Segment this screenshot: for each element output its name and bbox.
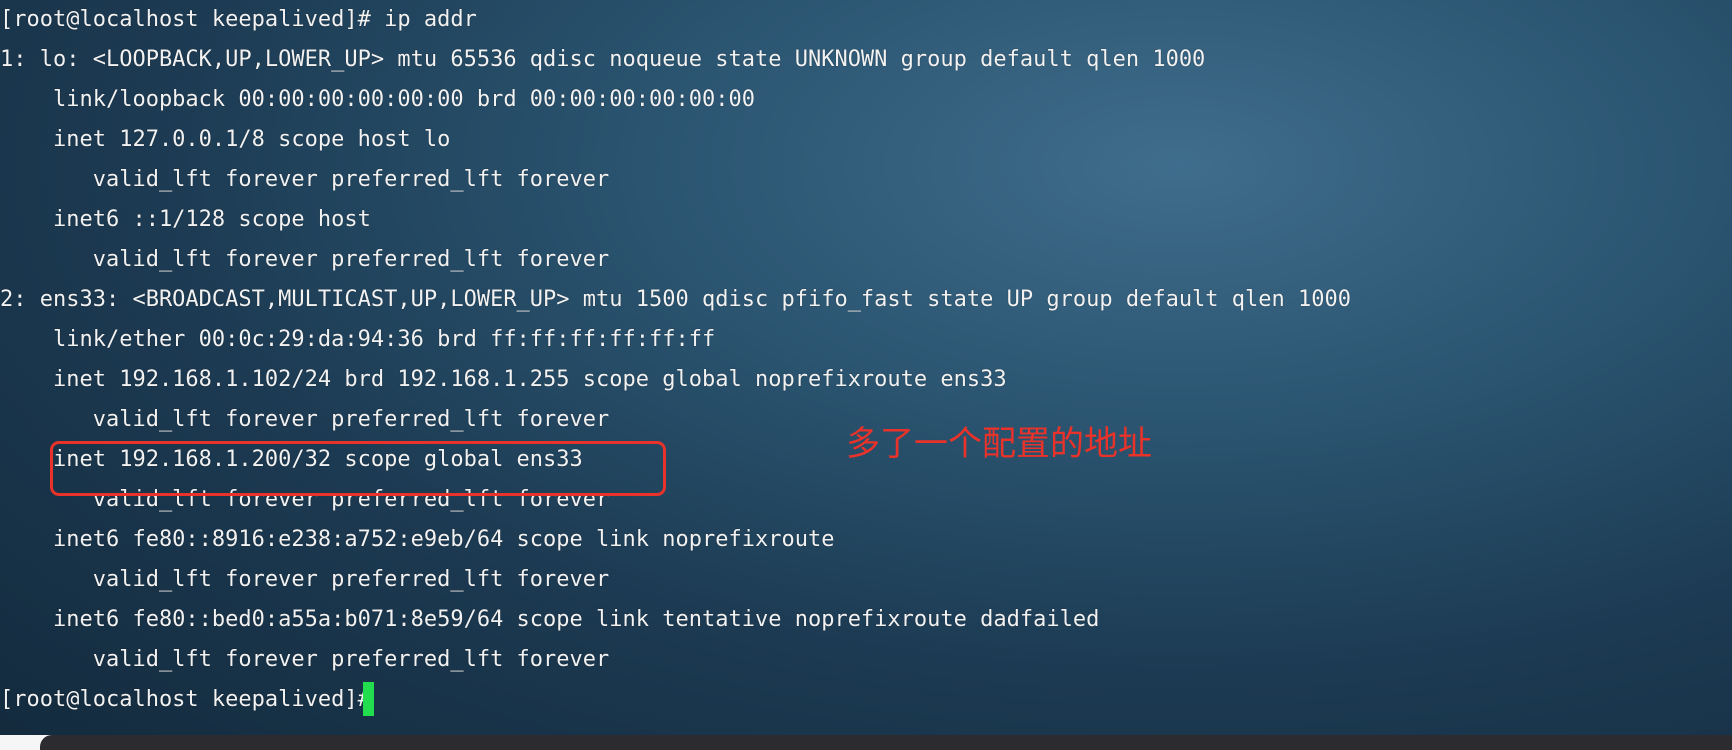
- terminal-window[interactable]: [root@localhost keepalived]# ip addr 1: …: [0, 0, 1732, 735]
- terminal-line-inet6-b: inet6 fe80::bed0:a55a:b071:8e59/64 scope…: [0, 607, 1100, 632]
- annotation-label: 多了一个配置的地址: [846, 424, 1152, 464]
- terminal-line-inet6-a-lft: valid_lft forever preferred_lft forever: [0, 567, 610, 592]
- terminal-line-lo-link: link/loopback 00:00:00:00:00:00 brd 00:0…: [0, 87, 755, 112]
- terminal-line-inet6-a: inet6 fe80::8916:e238:a752:e9eb/64 scope…: [0, 527, 835, 552]
- highlight-box: [50, 441, 666, 496]
- terminal-line-ens33-inet-lft: valid_lft forever preferred_lft forever: [0, 407, 610, 432]
- terminal-line-lo-inet6-lft: valid_lft forever preferred_lft forever: [0, 247, 610, 272]
- terminal-line-command: [root@localhost keepalived]# ip addr: [0, 7, 477, 32]
- terminal-line-inet6-b-lft: valid_lft forever preferred_lft forever: [0, 647, 610, 672]
- terminal-line-lo-inet-lft: valid_lft forever preferred_lft forever: [0, 167, 610, 192]
- terminal-line-prompt[interactable]: [root@localhost keepalived]#: [0, 680, 384, 720]
- terminal-line-ens33-link: link/ether 00:0c:29:da:94:36 brd ff:ff:f…: [0, 327, 716, 352]
- terminal-line-lo-inet6: inet6 ::1/128 scope host: [0, 207, 371, 232]
- terminal-cursor: [363, 682, 374, 716]
- terminal-line-lo-inet: inet 127.0.0.1/8 scope host lo: [0, 127, 451, 152]
- bottom-panel: [40, 735, 1732, 750]
- terminal-line-ens33-inet: inet 192.168.1.102/24 brd 192.168.1.255 …: [0, 367, 1007, 392]
- terminal-line-lo-header: 1: lo: <LOOPBACK,UP,LOWER_UP> mtu 65536 …: [0, 47, 1206, 72]
- terminal-line-ens33-header: 2: ens33: <BROADCAST,MULTICAST,UP,LOWER_…: [0, 287, 1352, 312]
